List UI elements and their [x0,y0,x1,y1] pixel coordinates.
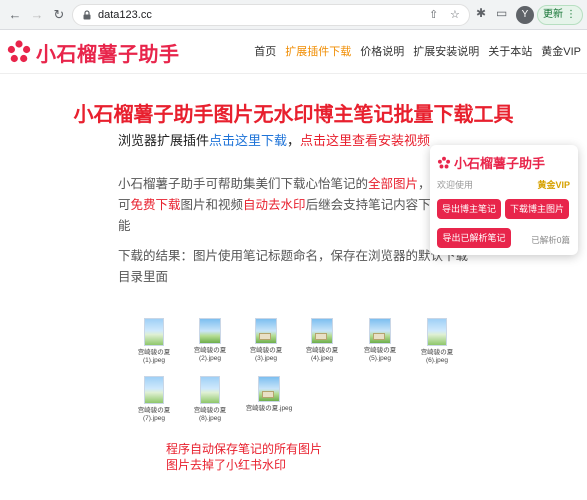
more-icon: ⋮ [566,9,576,20]
file-thumbnail[interactable]: 宫崎骏の夏 (5).jpeg [355,318,405,363]
file-caption: 宫崎骏の夏 (6).jpeg [420,349,454,364]
pomegranate-flower-icon [437,156,451,168]
download-line: 浏览器扩展插件点击这里下载，点击这里查看安装视频 [118,130,430,149]
url-text[interactable]: data123.cc [98,9,152,21]
popup-title-text: 小石榴薯子助手 [454,156,546,171]
main-nav: 首页 扩展插件下载 价格说明 扩展安装说明 关于本站 黄金VIP [254,43,581,59]
download-link[interactable]: 点击这里下载 [209,133,287,148]
image-file-icon [258,376,280,402]
back-icon[interactable]: ← [6,6,24,24]
reload-icon[interactable]: ↻ [50,6,68,24]
file-caption: 宫崎骏の夏 (2).jpeg [193,347,227,362]
file-caption: 宫崎骏の夏 (4).jpeg [305,347,339,362]
lock-icon[interactable] [82,10,92,20]
file-thumbnail[interactable]: 宫崎骏の夏 (6).jpeg [412,318,462,365]
file-thumbnail[interactable]: 宫崎骏の夏.jpeg [241,376,297,413]
file-caption: 宫崎骏の夏 (7).jpeg [137,407,171,422]
image-file-icon [369,318,391,344]
welcome-text: 欢迎使用 [437,180,474,190]
parsed-count: 已解析0篇 [531,235,570,245]
file-thumbnail[interactable]: 宫崎骏の夏 (3).jpeg [241,318,291,363]
sidebar-icon[interactable]: ▭ [496,6,507,20]
image-file-icon [255,318,277,344]
nav-about[interactable]: 关于本站 [488,43,532,59]
extension-puzzle-icon[interactable]: ✱ [476,6,486,20]
update-button[interactable]: 更新 ⋮ [537,5,583,25]
intro-highlight-free: 免费下载 [130,198,181,212]
avatar[interactable]: Y [516,6,534,24]
image-file-icon [144,318,164,346]
image-file-icon [311,318,333,344]
forward-icon[interactable]: → [28,6,46,24]
file-thumbnail[interactable]: 宫崎骏の夏 (8).jpeg [185,376,235,423]
sub-separator: ， [287,133,301,148]
nav-pricing[interactable]: 价格说明 [360,43,404,59]
page-title: 小石榴薯子助手图片无水印博主笔记批量下载工具 [73,104,514,126]
site-logo[interactable]: 小石榴薯子助手 [6,38,180,66]
export-blogger-notes-button[interactable]: 导出博主笔记 [437,199,501,219]
note-watermark-removed: 图片去掉了小红书水印 [166,458,287,472]
nav-home[interactable]: 首页 [254,43,276,59]
note-auto-save: 程序自动保存笔记的所有图片 [166,442,323,456]
browser-toolbar: ← → ↻ data123.cc ⇧ ☆ ✱ ▭ Y 更新 ⋮ [0,0,587,30]
extension-popup: 小石榴薯子助手 欢迎使用 黄金VIP 导出博主笔记 下载博主图片 导出已解析笔记… [430,145,578,255]
intro-paragraph: 小石榴薯子助手可帮助集美们下载心怡笔记的全部图片，用户可免费下载图片和视频自动去… [118,174,468,237]
pomegranate-flower-icon [7,40,31,63]
nav-gold-vip[interactable]: 黄金VIP [541,43,581,59]
file-caption: 宫崎骏の夏 (1).jpeg [137,349,171,364]
file-caption: 宫崎骏の夏 (3).jpeg [249,347,283,362]
nav-extension-download[interactable]: 扩展插件下载 [285,43,351,59]
file-caption: 宫崎骏の夏 (5).jpeg [363,347,397,362]
result-paragraph: 下载的结果：图片使用笔记标题命名，保存在浏览器的默认下载目录里面 [118,249,469,284]
install-video-link[interactable]: 点击这里查看安装视频 [300,133,430,148]
export-parsed-notes-button[interactable]: 导出已解析笔记 [437,228,511,248]
address-bar[interactable]: data123.cc ⇧ ☆ [72,4,470,26]
nav-install-guide[interactable]: 扩展安装说明 [413,43,479,59]
vip-badge: 黄金VIP [537,180,570,190]
share-icon[interactable]: ⇧ [429,8,438,21]
popup-title: 小石榴薯子助手 [437,153,545,172]
file-thumbnail[interactable]: 宫崎骏の夏 (4).jpeg [297,318,347,363]
file-thumbnail[interactable]: 宫崎骏の夏 (7).jpeg [129,376,179,423]
site-header: 小石榴薯子助手 首页 扩展插件下载 价格说明 扩展安装说明 关于本站 黄金VIP [0,30,587,74]
file-thumbnail[interactable]: 宫崎骏の夏 (2).jpeg [185,318,235,363]
image-file-icon [427,318,447,346]
file-caption: 宫崎骏の夏.jpeg [245,405,293,412]
sub-prefix: 浏览器扩展插件 [118,133,210,148]
download-blogger-images-button[interactable]: 下载博主图片 [505,199,569,219]
file-caption: 宫崎骏の夏 (8).jpeg [193,407,227,422]
intro-highlight-all-images: 全部图片 [368,177,419,191]
intro-highlight-watermark: 自动去水印 [243,198,306,212]
update-label: 更新 [543,9,563,20]
star-icon[interactable]: ☆ [450,8,460,21]
intro-text-3: 图片和视频 [180,198,244,212]
logo-text: 小石榴薯子助手 [36,43,180,66]
image-file-icon [200,376,220,404]
image-file-icon [199,318,221,344]
intro-text-1: 小石榴薯子助手可帮助集美们下载心怡笔记的 [118,177,369,191]
file-thumbnail[interactable]: 宫崎骏の夏 (1).jpeg [129,318,179,365]
image-file-icon [144,376,164,404]
